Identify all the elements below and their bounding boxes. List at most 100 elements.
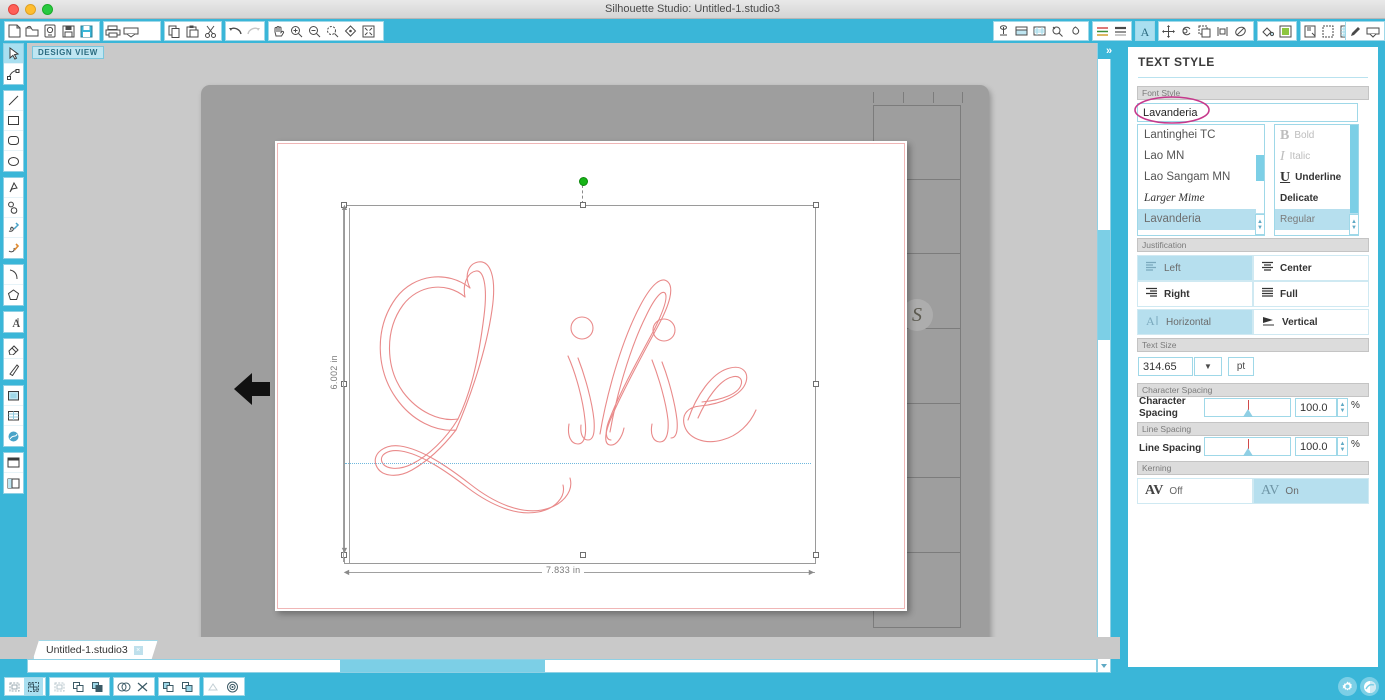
- resize-handle-se[interactable]: [813, 552, 819, 558]
- flip-icon[interactable]: [204, 678, 223, 695]
- smooth-freehand-tool[interactable]: [4, 238, 23, 258]
- character-spacing-stepper[interactable]: ▲ ▼: [1337, 398, 1348, 417]
- zoom-in-icon[interactable]: [287, 22, 305, 40]
- justify-left-button[interactable]: Left: [1137, 255, 1253, 281]
- slider-knob[interactable]: [1242, 448, 1253, 456]
- duplicate-icon[interactable]: [159, 678, 178, 695]
- line-spacing-slider[interactable]: [1204, 437, 1291, 456]
- knife-tool[interactable]: [4, 359, 23, 379]
- orientation-horizontal-button[interactable]: A Horizontal: [1137, 309, 1253, 335]
- slider-knob[interactable]: [1242, 409, 1253, 417]
- registration-marks-icon[interactable]: [1030, 22, 1048, 40]
- pattern-fill-tool[interactable]: [4, 406, 23, 426]
- rounded-rectangle-tool[interactable]: [4, 131, 23, 151]
- canvas-horizontal-scrollbar[interactable]: [27, 659, 1097, 673]
- select-tool[interactable]: [4, 44, 23, 64]
- text-style-icon[interactable]: A: [1136, 22, 1154, 40]
- page-tool[interactable]: [4, 453, 23, 473]
- resize-handle-w[interactable]: [341, 381, 347, 387]
- material-icon[interactable]: [1066, 22, 1084, 40]
- undo-icon[interactable]: [226, 22, 244, 40]
- print-icon[interactable]: [104, 22, 122, 40]
- fit-to-window-icon[interactable]: [359, 22, 377, 40]
- polygon-tool[interactable]: [4, 178, 23, 198]
- fill-pattern-icon[interactable]: [1276, 22, 1294, 40]
- settings-gear-icon[interactable]: [1338, 677, 1357, 696]
- group-icon[interactable]: [24, 678, 43, 695]
- style-option-regular[interactable]: Regular: [1275, 209, 1358, 230]
- selection-bounding-box[interactable]: [344, 205, 816, 564]
- paste-icon[interactable]: [183, 22, 201, 40]
- orientation-vertical-button[interactable]: Vertical: [1253, 309, 1369, 335]
- line-style-icon[interactable]: [1093, 22, 1111, 40]
- style-list-stepper[interactable]: ▲ ▼: [1349, 214, 1359, 235]
- list-item[interactable]: Lavanderia: [1138, 209, 1264, 230]
- resize-handle-n[interactable]: [580, 202, 586, 208]
- pan-hand-icon[interactable]: [269, 22, 287, 40]
- save-icon[interactable]: [59, 22, 77, 40]
- target-icon[interactable]: [223, 678, 242, 695]
- style-option-italic[interactable]: I Italic: [1275, 146, 1358, 167]
- font-list-stepper[interactable]: ▲ ▼: [1255, 214, 1265, 235]
- modify-icon[interactable]: [1177, 22, 1195, 40]
- text-tool[interactable]: A: [4, 312, 23, 332]
- style-option-underline[interactable]: U Underline: [1275, 167, 1358, 188]
- font-list[interactable]: Lantinghei TC Lao MN Lao Sangam MN Large…: [1137, 124, 1265, 236]
- list-item[interactable]: Lantinghei TC: [1138, 125, 1264, 146]
- text-size-dropdown-button[interactable]: ▼: [1194, 357, 1222, 376]
- redo-icon[interactable]: [244, 22, 262, 40]
- text-size-input[interactable]: 314.65: [1138, 357, 1193, 376]
- select-all-icon[interactable]: [5, 678, 24, 695]
- regular-polygon-tool[interactable]: [4, 285, 23, 305]
- font-name-input[interactable]: Lavanderia: [1137, 103, 1358, 122]
- print-bleed-icon[interactable]: [1048, 22, 1066, 40]
- scroll-down-button[interactable]: [1098, 660, 1110, 671]
- list-item[interactable]: Lao MN: [1138, 146, 1264, 167]
- sketch-pen-icon[interactable]: [1346, 22, 1364, 40]
- close-icon[interactable]: ×: [134, 646, 143, 655]
- eraser-tool[interactable]: [4, 339, 23, 359]
- zoom-selection-icon[interactable]: [323, 22, 341, 40]
- arrange-back-icon[interactable]: [88, 678, 107, 695]
- resize-handle-e[interactable]: [813, 381, 819, 387]
- list-item[interactable]: Larger Mime: [1138, 188, 1264, 209]
- cut-settings-icon[interactable]: [1012, 22, 1030, 40]
- style-option-delicate[interactable]: Delicate: [1275, 188, 1358, 209]
- document-tab[interactable]: Untitled-1.studio3 ×: [33, 640, 158, 659]
- text-size-unit[interactable]: pt: [1228, 357, 1254, 376]
- open-document-icon[interactable]: [23, 22, 41, 40]
- store-icon[interactable]: [1319, 22, 1337, 40]
- new-document-icon[interactable]: [5, 22, 23, 40]
- arc-tool[interactable]: [4, 265, 23, 285]
- line-tool[interactable]: [4, 91, 23, 111]
- page-setup-icon[interactable]: [994, 22, 1012, 40]
- fill-tool[interactable]: [4, 386, 23, 406]
- character-spacing-value[interactable]: 100.0: [1295, 398, 1337, 417]
- design-canvas[interactable]: DESIGN VIEW silhouette S: [27, 43, 1097, 673]
- canvas-vertical-scroll-thumb[interactable]: [1098, 230, 1110, 340]
- rectangle-tool[interactable]: [4, 111, 23, 131]
- canvas-horizontal-scroll-thumb[interactable]: [340, 660, 545, 672]
- justify-right-button[interactable]: Right: [1137, 281, 1253, 307]
- copy-icon[interactable]: [165, 22, 183, 40]
- save-all-icon[interactable]: [77, 22, 95, 40]
- send-icon[interactable]: [1364, 22, 1382, 40]
- save-as-icon[interactable]: [41, 22, 59, 40]
- kerning-off-button[interactable]: AV Off: [1137, 478, 1253, 504]
- line-thickness-icon[interactable]: [1111, 22, 1129, 40]
- release-compound-icon[interactable]: [133, 678, 152, 695]
- arrange-front-icon[interactable]: [69, 678, 88, 695]
- offset-icon[interactable]: [1195, 22, 1213, 40]
- mat-tool[interactable]: [4, 473, 23, 493]
- send-to-silhouette-icon[interactable]: [122, 22, 140, 40]
- replicate-icon[interactable]: [1213, 22, 1231, 40]
- font-weight-list[interactable]: B Bold I Italic U Underline Delicate Reg…: [1274, 124, 1359, 236]
- fit-to-page-icon[interactable]: [341, 22, 359, 40]
- freehand-tool[interactable]: [4, 218, 23, 238]
- character-spacing-slider[interactable]: [1204, 398, 1291, 417]
- style-option-bold[interactable]: B Bold: [1275, 125, 1358, 146]
- gradient-fill-tool[interactable]: [4, 426, 23, 446]
- font-list-scroll-thumb[interactable]: [1256, 155, 1264, 181]
- library-icon[interactable]: [1301, 22, 1319, 40]
- rotate-handle[interactable]: [579, 177, 588, 186]
